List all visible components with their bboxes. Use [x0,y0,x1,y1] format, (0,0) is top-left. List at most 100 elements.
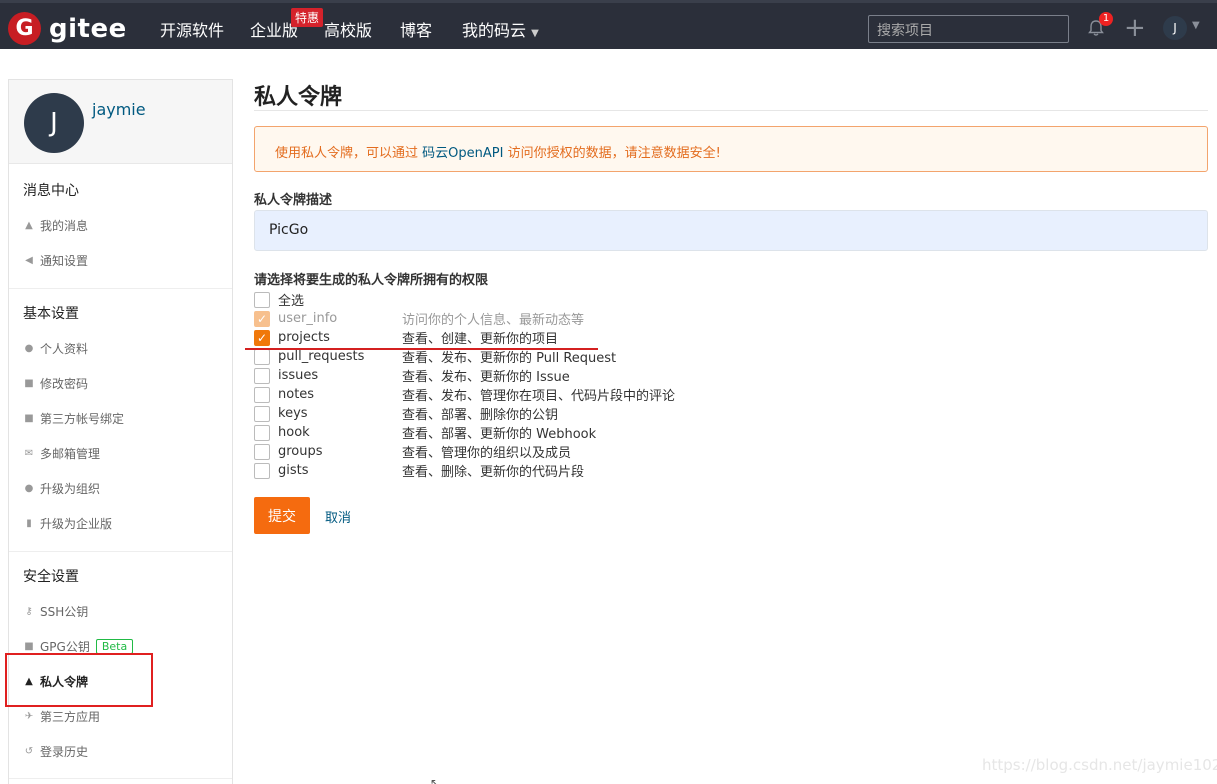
gitee-logo[interactable]: G gitee [8,12,127,45]
scope-row-issues[interactable]: issues 查看、发布、更新你的 Issue [254,366,570,385]
title-divider [254,110,1208,111]
scope-name: projects [278,330,330,345]
sidebar-item-emails[interactable]: ✉ 多邮箱管理 [23,445,100,462]
building-icon: ▮ [26,518,32,529]
scope-desc: 查看、创建、更新你的项目 [402,332,559,347]
scope-desc: 查看、发布、更新你的 Issue [402,370,570,385]
top-navbar: G gitee 开源软件 企业版 特惠 高校版 博客 我的码云 ▼ 搜索项目 1… [0,0,1217,49]
sidebar-item-label: 多邮箱管理 [40,447,101,461]
volume-icon: ◀ [25,255,33,266]
divider [9,288,232,289]
openapi-link[interactable]: 码云OpenAPI [422,146,503,161]
scope-name: issues [278,368,319,383]
scope-checkbox-keys[interactable] [254,405,270,422]
page-title: 私人令牌 [254,85,343,110]
scope-checkbox-hook[interactable] [254,424,270,441]
scope-checkbox-pull-requests[interactable] [254,348,270,365]
scope-row-groups[interactable]: groups 查看、管理你的组织以及成员 [254,442,571,461]
user-icon: ● [24,343,34,354]
profile-card: J jaymie [9,80,232,164]
beta-badge: Beta [95,639,134,654]
nav-my-gitee[interactable]: 我的码云 ▼ [462,17,539,41]
history-icon: ↺ [24,746,34,757]
user-avatar[interactable]: J [1163,16,1187,40]
sidebar-item-label: 修改密码 [40,377,89,391]
sidebar-item-label: 我的消息 [40,219,89,233]
watermark: https://blog.csdn.net/jaymie1023 [982,756,1217,774]
sidebar-item-label: 第三方应用 [40,710,101,724]
scope-checkbox-groups[interactable] [254,443,270,460]
scope-name: gists [278,463,309,478]
scope-name: pull_requests [278,349,365,364]
sidebar-item-upgrade-enterprise[interactable]: ▮ 升级为企业版 [23,515,112,532]
rocket-icon: ✈ [24,711,34,722]
gitee-logo-icon: G [8,12,41,45]
scope-name: notes [278,387,315,402]
sidebar-item-third-party-binding[interactable]: ■ 第三方帐号绑定 [23,410,124,427]
select-all-label: 全选 [278,294,305,309]
bell-icon: ▲ [25,220,33,231]
users-icon: ● [24,483,34,494]
select-all-row[interactable]: 全选 [254,290,304,309]
scope-row-user-info: ✓ user_info 访问你的个人信息、最新动态等 [254,309,584,328]
desc-label: 私人令牌描述 [254,193,333,208]
scope-checkbox-notes[interactable] [254,386,270,403]
chevron-down-icon: ▼ [531,28,539,39]
divider [9,551,232,552]
nav-blog[interactable]: 博客 [400,17,432,41]
sidebar-item-login-history[interactable]: ↺ 登录历史 [23,743,88,760]
profile-username[interactable]: jaymie [92,100,146,119]
sidebar-item-label: 个人资料 [40,342,89,356]
scopes-label: 请选择将要生成的私人令牌所拥有的权限 [254,273,489,288]
scope-checkbox-gists[interactable] [254,462,270,479]
scope-desc: 查看、管理你的组织以及成员 [402,446,572,461]
scope-desc: 访问你的个人信息、最新动态等 [402,313,585,328]
scope-checkbox-user-info: ✓ [254,310,270,327]
cancel-button[interactable]: 取消 [325,507,351,526]
nav-my-gitee-label: 我的码云 [462,21,527,40]
token-description-input[interactable]: PicGo [254,210,1208,251]
notice-prefix: 使用私人令牌，可以通过 [275,146,419,161]
envelope-icon: ✉ [24,448,34,459]
sidebar-item-label: 通知设置 [40,254,89,268]
mouse-cursor-icon: ↖ [430,776,441,784]
sidebar-item-label: 升级为企业版 [40,517,113,531]
scope-row-keys[interactable]: keys 查看、部署、删除你的公钥 [254,404,558,423]
scope-row-gists[interactable]: gists 查看、删除、更新你的代码片段 [254,461,584,480]
plus-icon[interactable]: + [1124,13,1146,43]
sidebar-item-password[interactable]: ■ 修改密码 [23,375,88,392]
notice-suffix: 访问你授权的数据，请注意数据安全! [507,146,721,161]
logo-text: gitee [49,13,127,44]
scope-row-projects[interactable]: ✓ projects 查看、创建、更新你的项目 [254,328,558,347]
nav-education[interactable]: 高校版 [324,17,372,41]
scope-name: keys [278,406,308,421]
sidebar-item-my-messages[interactable]: ▲ 我的消息 [23,217,88,234]
nav-open-source[interactable]: 开源软件 [160,17,224,41]
sidebar-item-upgrade-org[interactable]: ● 升级为组织 [23,480,100,497]
section-title-security: 安全设置 [23,569,79,585]
key-icon: ⚷ [25,606,33,617]
select-all-checkbox[interactable] [254,291,270,308]
sidebar-item-third-party-apps[interactable]: ✈ 第三方应用 [23,708,100,725]
highlight-annotation-box [5,653,153,707]
caret-down-icon[interactable]: ▼ [1192,20,1200,31]
scope-checkbox-projects[interactable]: ✓ [254,329,270,346]
sidebar-item-notify-settings[interactable]: ◀ 通知设置 [23,252,88,269]
sidebar-item-profile[interactable]: ● 个人资料 [23,340,88,357]
scope-desc: 查看、删除、更新你的代码片段 [402,465,585,480]
scope-checkbox-issues[interactable] [254,367,270,384]
promo-badge: 特惠 [291,8,324,27]
red-underline-annotation [245,348,598,350]
search-input[interactable]: 搜索项目 [868,15,1069,43]
scope-row-hook[interactable]: hook 查看、部署、更新你的 Webhook [254,423,596,442]
sidebar-item-label: 第三方帐号绑定 [40,412,125,426]
sidebar-item-ssh-keys[interactable]: ⚷ SSH公钥 [23,603,88,620]
scope-desc: 查看、发布、管理你在项目、代码片段中的评论 [402,389,676,404]
avatar[interactable]: J [24,93,84,153]
submit-button[interactable]: 提交 [254,497,310,534]
unlock-icon: ■ [24,378,34,389]
scope-desc: 查看、部署、更新你的 Webhook [402,427,597,442]
scope-desc: 查看、部署、删除你的公钥 [402,408,559,423]
section-title-messages: 消息中心 [23,183,79,199]
scope-row-notes[interactable]: notes 查看、发布、管理你在项目、代码片段中的评论 [254,385,675,404]
